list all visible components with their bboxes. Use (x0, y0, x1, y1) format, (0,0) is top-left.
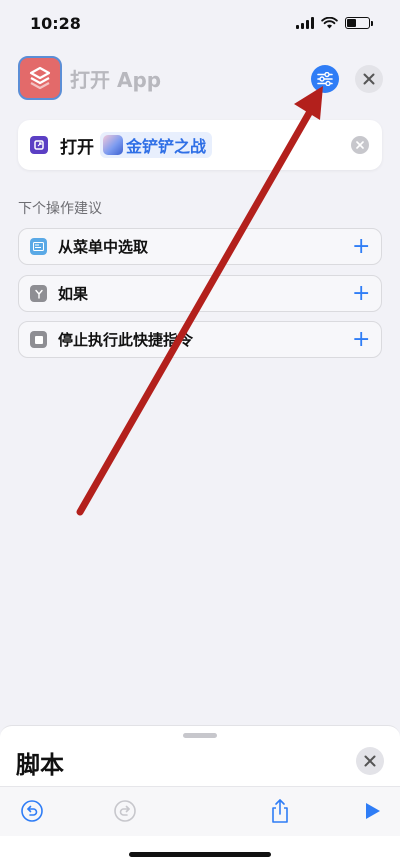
play-icon (366, 803, 380, 819)
close-button[interactable] (355, 65, 383, 93)
status-bar: 10:28 (0, 0, 400, 46)
shortcuts-icon[interactable] (18, 56, 62, 100)
suggestion-stop-shortcut[interactable]: 停止执行此快捷指令 + (18, 321, 382, 358)
script-panel: 脚本 (0, 725, 400, 865)
battery-icon (345, 17, 373, 29)
suggestion-label: 如果 (58, 285, 89, 303)
game-app-icon (103, 135, 123, 155)
add-icon[interactable]: + (352, 235, 370, 258)
suggestion-label: 从菜单中选取 (58, 238, 149, 256)
open-app-action[interactable]: 打开 金铲铲之战 (18, 120, 382, 170)
status-time: 10:28 (30, 13, 81, 33)
run-button[interactable] (359, 798, 385, 824)
editor-toolbar (0, 786, 400, 836)
cellular-signal-icon (296, 17, 314, 29)
branch-icon (30, 285, 47, 302)
status-icons (296, 17, 373, 29)
add-icon[interactable]: + (352, 328, 370, 351)
suggestion-if[interactable]: 如果 + (18, 275, 382, 312)
panel-close-button[interactable] (356, 747, 384, 775)
redo-button[interactable] (112, 798, 138, 824)
clear-icon (356, 141, 364, 149)
action-verb: 打开 (60, 137, 94, 158)
stop-icon (30, 331, 47, 348)
undo-icon (21, 800, 43, 822)
home-indicator[interactable] (129, 852, 271, 857)
remove-action-button[interactable] (351, 136, 369, 154)
wifi-icon (321, 17, 338, 29)
sliders-icon (317, 72, 333, 86)
share-icon (272, 799, 288, 823)
panel-title: 脚本 (16, 751, 64, 779)
panel-grabber[interactable] (183, 733, 217, 738)
app-name: 金铲铲之战 (126, 137, 207, 156)
suggestion-label: 停止执行此快捷指令 (58, 331, 194, 349)
app-parameter-token[interactable]: 金铲铲之战 (100, 132, 213, 158)
close-icon (363, 73, 375, 85)
redo-icon (114, 800, 136, 822)
share-button[interactable] (267, 798, 293, 824)
suggestions-title: 下个操作建议 (18, 201, 102, 217)
open-app-icon (30, 136, 48, 154)
add-icon[interactable]: + (352, 282, 370, 305)
page-title: 打开 App (70, 68, 162, 92)
settings-button[interactable] (311, 65, 339, 93)
battery-level (347, 19, 357, 27)
close-icon (364, 755, 376, 767)
menu-icon (30, 238, 47, 255)
suggestion-choose-from-menu[interactable]: 从菜单中选取 + (18, 228, 382, 265)
undo-button[interactable] (19, 798, 45, 824)
